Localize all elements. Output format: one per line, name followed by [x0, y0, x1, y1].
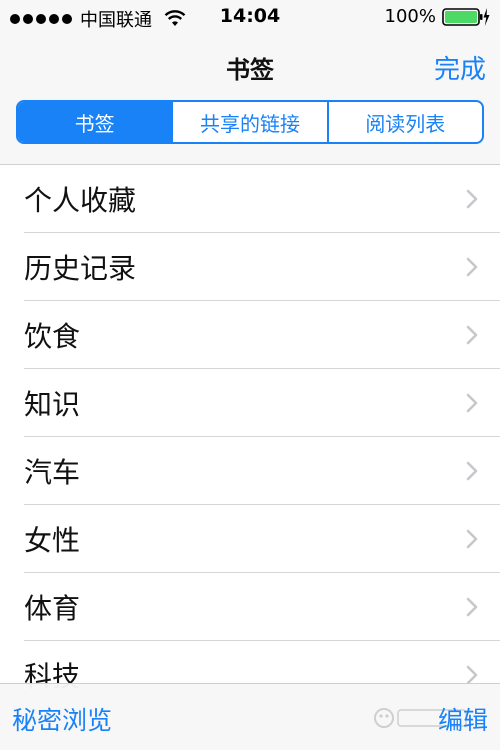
chevron-right-icon: [466, 325, 478, 345]
chevron-right-icon: [466, 665, 478, 685]
list-item-cars[interactable]: 汽车: [0, 437, 500, 505]
list-item-label: 体育: [24, 592, 81, 625]
private-browsing-button[interactable]: 秘密浏览: [12, 701, 112, 737]
done-button[interactable]: 完成: [434, 49, 486, 86]
chevron-right-icon: [466, 189, 478, 209]
list-item-history[interactable]: 历史记录: [0, 233, 500, 301]
list-item-food[interactable]: 饮食: [0, 301, 500, 369]
segmented-control: 书签 共享的链接 阅读列表: [16, 100, 484, 144]
segment-bookmarks[interactable]: 书签: [18, 102, 172, 142]
segment-shared-links[interactable]: 共享的链接: [171, 102, 326, 142]
bottom-toolbar: 秘密浏览 编辑: [0, 683, 500, 750]
bookmark-list: 个人收藏 历史记录 饮食 知识 汽车 女性 体育 科技: [0, 165, 500, 709]
status-bar: 中国联通 14:04 100%: [0, 0, 500, 34]
list-item-sports[interactable]: 体育: [0, 573, 500, 641]
page-title: 书签: [226, 56, 274, 84]
list-item-favorites[interactable]: 个人收藏: [0, 165, 500, 233]
list-item-label: 女性: [24, 524, 81, 557]
chevron-right-icon: [466, 597, 478, 617]
status-right: 100%: [385, 6, 490, 27]
list-item-label: 个人收藏: [24, 184, 137, 217]
list-item-label: 饮食: [24, 320, 81, 353]
segment-reading-list[interactable]: 阅读列表: [326, 102, 482, 142]
list-item-women[interactable]: 女性: [0, 505, 500, 573]
chevron-right-icon: [466, 257, 478, 277]
top-region: 中国联通 14:04 100% 书签 完成 书签 共享的链接 阅读列表: [0, 0, 500, 165]
nav-bar: 书签 完成: [0, 34, 500, 96]
list-item-knowledge[interactable]: 知识: [0, 369, 500, 437]
battery-icon: [442, 7, 490, 26]
list-item-label: 汽车: [24, 456, 81, 489]
charging-bolt-icon: [483, 7, 490, 26]
list-item-label: 历史记录: [24, 252, 137, 285]
chevron-right-icon: [466, 393, 478, 413]
chevron-right-icon: [466, 529, 478, 549]
list-item-label: 知识: [24, 388, 81, 421]
edit-button[interactable]: 编辑: [438, 701, 488, 737]
chevron-right-icon: [466, 461, 478, 481]
battery-percent: 100%: [384, 6, 436, 27]
